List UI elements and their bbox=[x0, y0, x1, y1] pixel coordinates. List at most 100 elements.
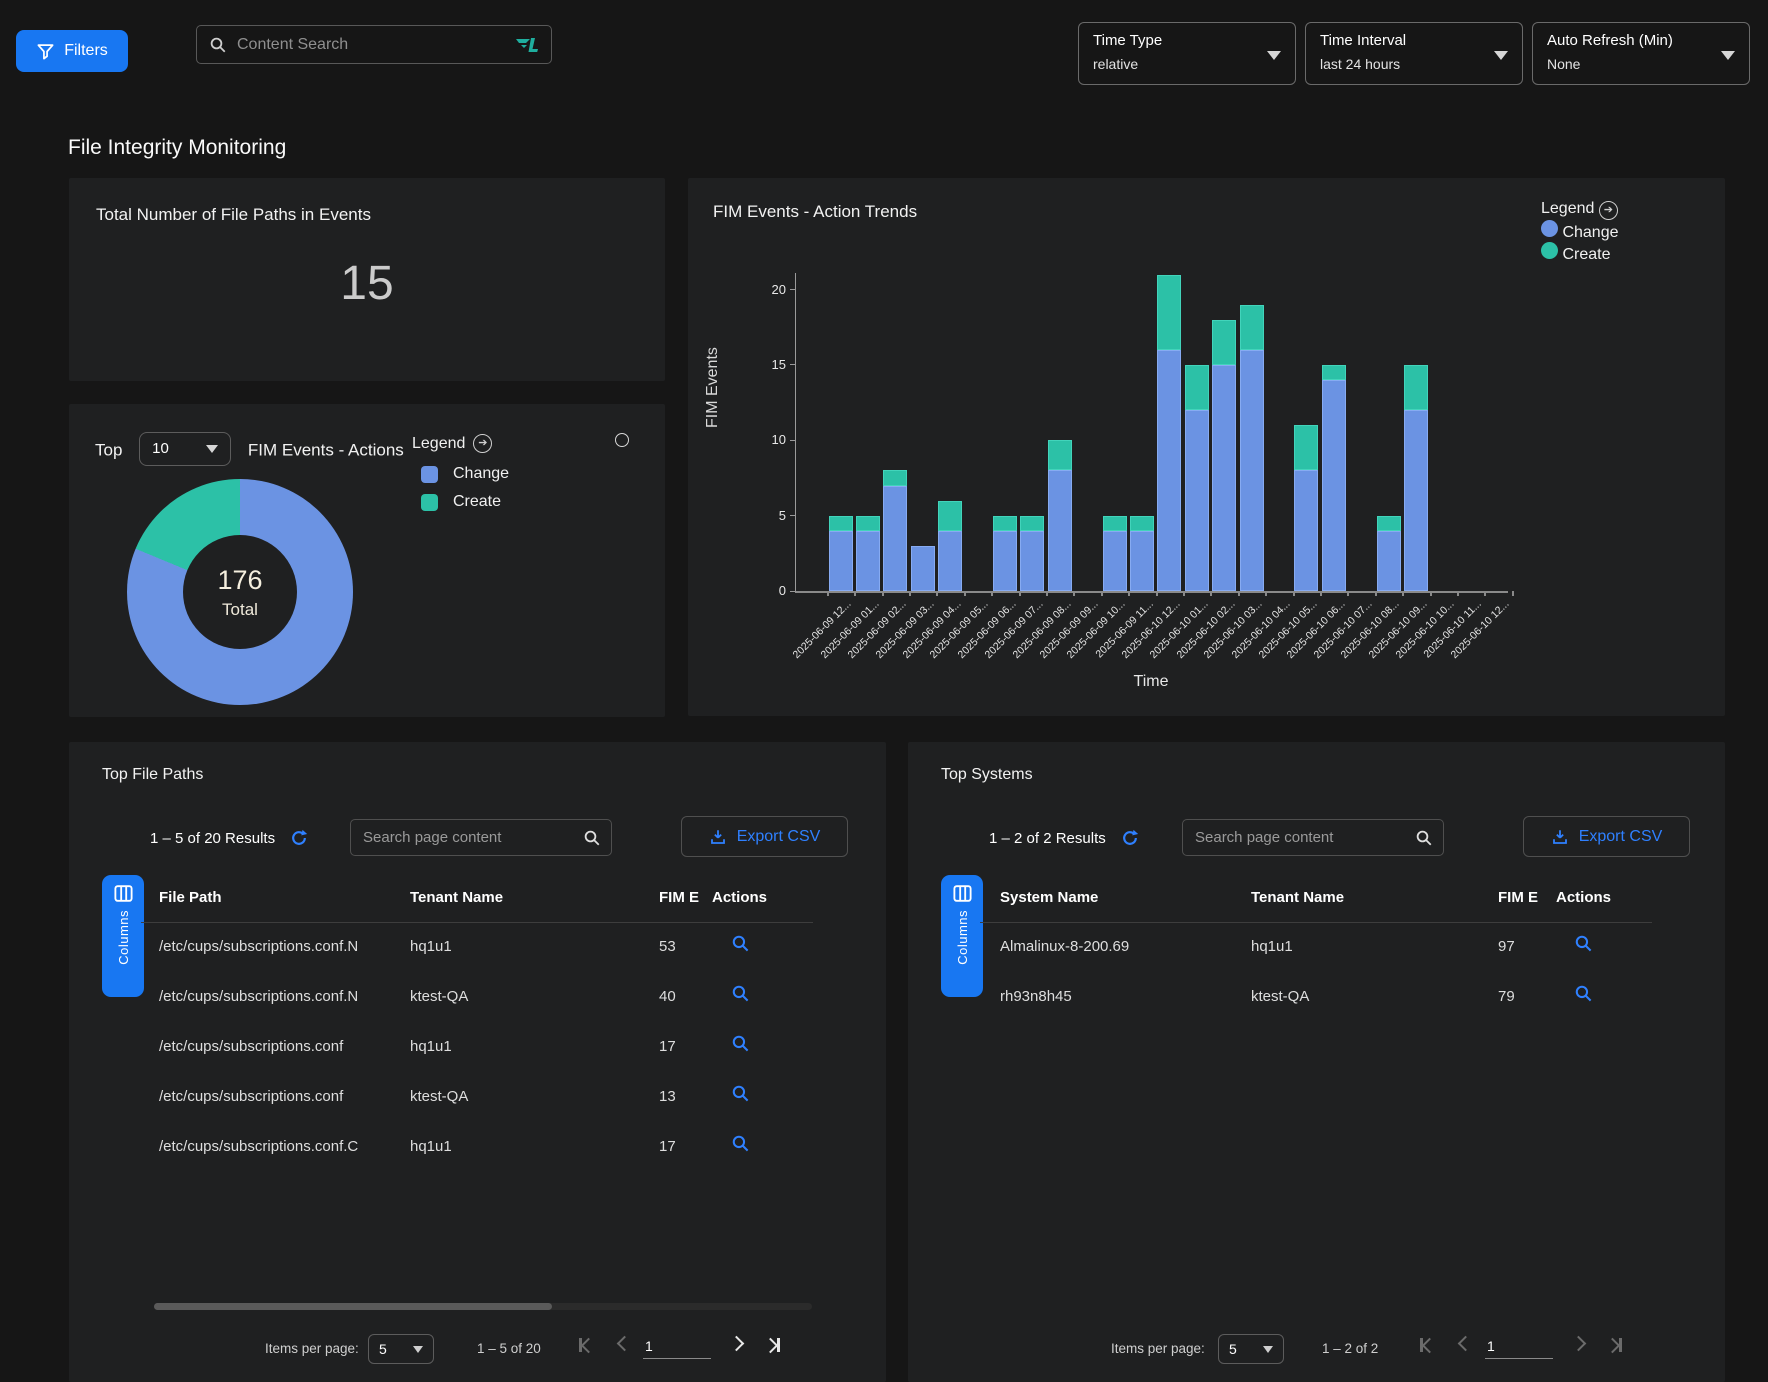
legend-item-create[interactable]: Create bbox=[1541, 242, 1619, 264]
refresh-icon[interactable] bbox=[289, 828, 309, 848]
previous-page-button[interactable] bbox=[619, 1338, 630, 1349]
legend-expand-icon[interactable]: ➔ bbox=[473, 434, 492, 453]
file-path-cell: /etc/cups/subscriptions.conf.N bbox=[159, 988, 358, 1005]
bar-change-segment[interactable] bbox=[993, 531, 1017, 591]
bar-change-segment[interactable] bbox=[1212, 365, 1236, 591]
items-per-page-select[interactable]: 5 bbox=[368, 1334, 434, 1364]
items-per-page-label: Items per page: bbox=[1111, 1341, 1205, 1356]
refresh-icon[interactable] bbox=[1120, 828, 1140, 848]
bar-change-segment[interactable] bbox=[1404, 410, 1428, 591]
col-header-actions: Actions bbox=[1556, 889, 1611, 906]
bar-create-segment[interactable] bbox=[1048, 440, 1072, 470]
time-type-dropdown[interactable]: Time Type relative bbox=[1078, 22, 1296, 85]
bar-change-segment[interactable] bbox=[856, 531, 880, 591]
bar-create-segment[interactable] bbox=[1185, 365, 1209, 410]
next-page-button[interactable] bbox=[731, 1338, 742, 1349]
top-n-select[interactable]: 10 bbox=[139, 432, 231, 466]
export-csv-button[interactable]: Export CSV bbox=[681, 816, 848, 857]
drilldown-search-button[interactable] bbox=[731, 1084, 750, 1106]
time-interval-dropdown[interactable]: Time Interval last 24 hours bbox=[1305, 22, 1523, 85]
filters-button[interactable]: Filters bbox=[16, 30, 128, 72]
bar-create-segment[interactable] bbox=[993, 516, 1017, 531]
chevron-down-icon bbox=[1721, 51, 1735, 60]
tenant-cell: hq1u1 bbox=[1251, 938, 1293, 955]
bar-create-segment[interactable] bbox=[1240, 305, 1264, 350]
col-header-fim-events[interactable]: FIM E bbox=[659, 889, 699, 906]
bar-create-segment[interactable] bbox=[883, 470, 907, 485]
bar-change-segment[interactable] bbox=[1185, 410, 1209, 591]
drilldown-search-button[interactable] bbox=[731, 984, 750, 1006]
page-number-input[interactable] bbox=[1485, 1334, 1553, 1359]
scrollbar-thumb[interactable] bbox=[154, 1303, 552, 1310]
col-header-system-name[interactable]: System Name bbox=[1000, 889, 1098, 906]
first-page-button[interactable] bbox=[1420, 1338, 1435, 1352]
col-header-tenant-name[interactable]: Tenant Name bbox=[1251, 889, 1344, 906]
export-csv-button[interactable]: Export CSV bbox=[1523, 816, 1690, 857]
chart-title: FIM Events - Action Trends bbox=[713, 202, 917, 222]
drilldown-search-button[interactable] bbox=[1574, 984, 1593, 1006]
bar-change-segment[interactable] bbox=[829, 531, 853, 591]
last-page-button[interactable] bbox=[1607, 1338, 1622, 1352]
next-page-button[interactable] bbox=[1573, 1338, 1584, 1349]
y-axis-label: FIM Events bbox=[704, 347, 722, 428]
donut-chart[interactable]: 176 Total bbox=[127, 479, 353, 705]
table-row: rh93n8h45 ktest-QA 79 bbox=[908, 972, 1725, 1022]
bar-change-segment[interactable] bbox=[1048, 470, 1072, 591]
loading-spinner-icon[interactable] bbox=[615, 433, 629, 447]
legend-item-change[interactable]: Change bbox=[421, 465, 509, 483]
bar-change-segment[interactable] bbox=[938, 531, 962, 591]
previous-page-button[interactable] bbox=[1460, 1338, 1471, 1349]
col-header-fim-events[interactable]: FIM E bbox=[1498, 889, 1538, 906]
action-trends-card: FIM Events - Action Trends Legend ➔ Chan… bbox=[688, 178, 1725, 716]
auto-refresh-dropdown[interactable]: Auto Refresh (Min) None bbox=[1532, 22, 1750, 85]
bar-create-segment[interactable] bbox=[1294, 425, 1318, 470]
col-header-tenant-name[interactable]: Tenant Name bbox=[410, 889, 503, 906]
drilldown-search-button[interactable] bbox=[731, 934, 750, 956]
bar-change-segment[interactable] bbox=[1240, 350, 1264, 591]
x-axis-label: Time bbox=[795, 673, 1507, 691]
bar-create-segment[interactable] bbox=[1130, 516, 1154, 531]
system-cell: rh93n8h45 bbox=[1000, 988, 1072, 1005]
bar-change-segment[interactable] bbox=[1377, 531, 1401, 591]
results-count: 1 – 5 of 20 Results bbox=[150, 830, 275, 847]
bar-change-segment[interactable] bbox=[1020, 531, 1044, 591]
stacked-bar-chart[interactable]: 051015202025-06-09 12...2025-06-09 01...… bbox=[795, 273, 1508, 593]
bar-create-segment[interactable] bbox=[1157, 275, 1181, 350]
legend-title: Legend bbox=[412, 435, 465, 453]
bar-create-segment[interactable] bbox=[1377, 516, 1401, 531]
bar-change-segment[interactable] bbox=[1322, 380, 1346, 591]
time-type-value: relative bbox=[1093, 56, 1281, 72]
table-search-input[interactable] bbox=[361, 828, 583, 847]
bar-change-segment[interactable] bbox=[911, 546, 935, 591]
horizontal-scrollbar[interactable] bbox=[154, 1303, 812, 1310]
bar-change-segment[interactable] bbox=[1103, 531, 1127, 591]
bar-create-segment[interactable] bbox=[1020, 516, 1044, 531]
content-search-input[interactable] bbox=[235, 35, 505, 55]
drilldown-search-button[interactable] bbox=[731, 1034, 750, 1056]
col-header-file-path[interactable]: File Path bbox=[159, 889, 222, 906]
file-path-cell: /etc/cups/subscriptions.conf.N bbox=[159, 938, 358, 955]
first-page-button[interactable] bbox=[579, 1338, 594, 1352]
legend-item-change[interactable]: Change bbox=[1541, 220, 1619, 242]
page-number-input[interactable] bbox=[643, 1334, 711, 1359]
bar-create-segment[interactable] bbox=[1322, 365, 1346, 380]
bar-create-segment[interactable] bbox=[938, 501, 962, 531]
bar-change-segment[interactable] bbox=[1130, 531, 1154, 591]
bar-create-segment[interactable] bbox=[856, 516, 880, 531]
drilldown-search-button[interactable] bbox=[1574, 934, 1593, 956]
bar-change-segment[interactable] bbox=[883, 486, 907, 591]
bar-change-segment[interactable] bbox=[1157, 350, 1181, 591]
drilldown-search-button[interactable] bbox=[731, 1134, 750, 1156]
columns-icon bbox=[114, 885, 133, 902]
legend-item-create[interactable]: Create bbox=[421, 493, 509, 511]
page-title: File Integrity Monitoring bbox=[68, 136, 286, 160]
table-search-input[interactable] bbox=[1193, 828, 1415, 847]
bar-create-segment[interactable] bbox=[1212, 320, 1236, 365]
bar-create-segment[interactable] bbox=[829, 516, 853, 531]
bar-create-segment[interactable] bbox=[1404, 365, 1428, 410]
bar-create-segment[interactable] bbox=[1103, 516, 1127, 531]
last-page-button[interactable] bbox=[765, 1338, 780, 1352]
legend-expand-icon[interactable]: ➔ bbox=[1599, 201, 1618, 220]
items-per-page-select[interactable]: 5 bbox=[1218, 1334, 1284, 1364]
bar-change-segment[interactable] bbox=[1294, 470, 1318, 591]
